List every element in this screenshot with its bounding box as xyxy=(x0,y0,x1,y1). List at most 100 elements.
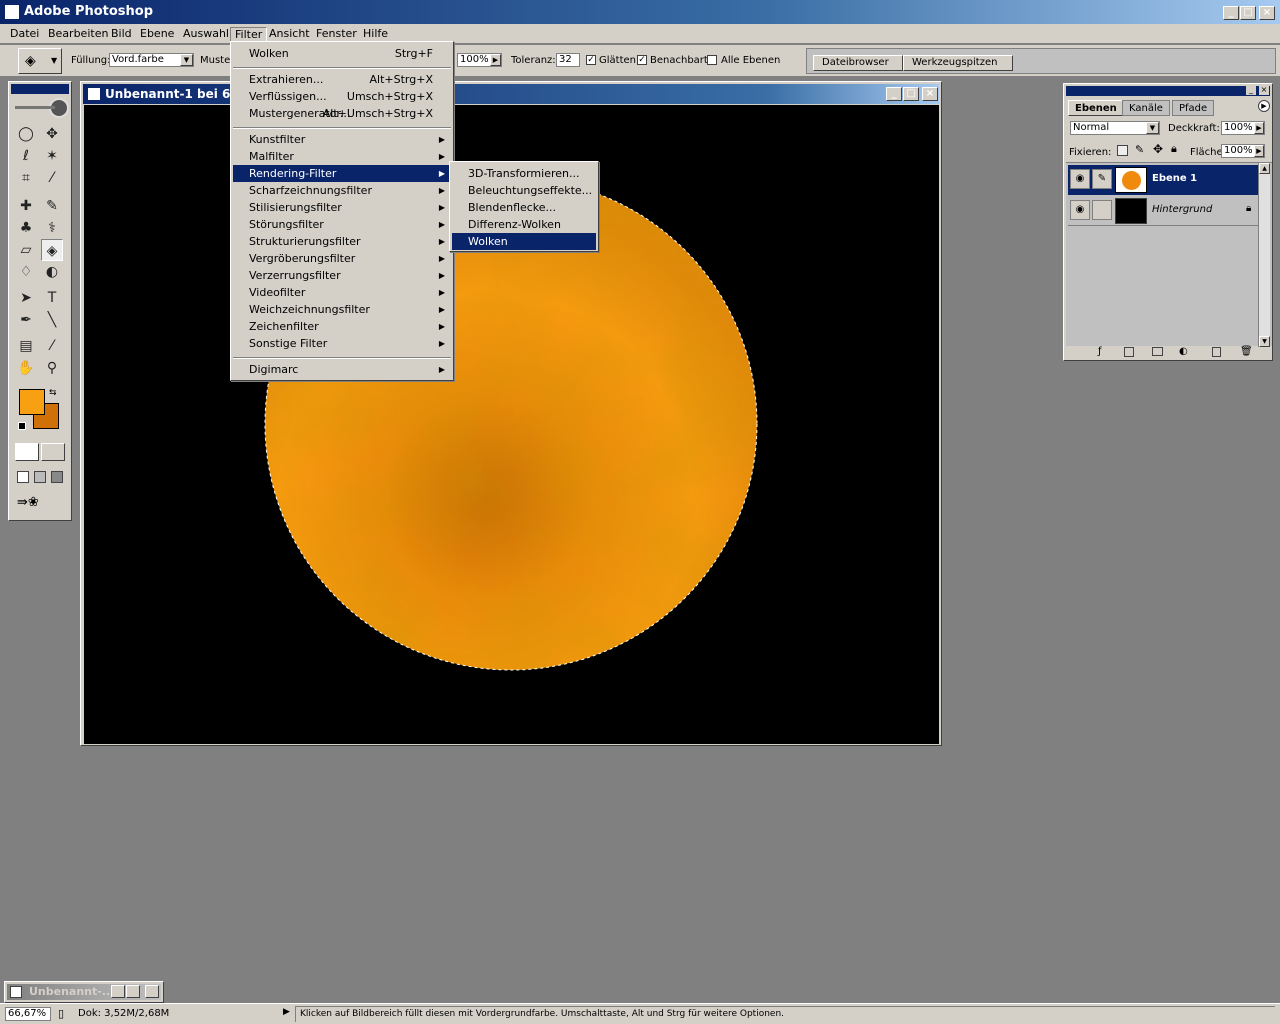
history-brush-tool-icon[interactable]: ⚕ xyxy=(41,217,63,239)
zoom-field[interactable]: 66,67% xyxy=(5,1007,51,1021)
doc-close-button[interactable]: × xyxy=(922,87,938,101)
menu-item-verfluessigen[interactable]: Verflüssigen... Umsch+Strg+X xyxy=(233,88,451,105)
paint-bucket-tool-icon[interactable]: ◈ xyxy=(41,239,63,261)
slice-tool-icon[interactable]: ⁄ xyxy=(41,167,63,189)
all-layers-checkbox[interactable] xyxy=(707,55,717,65)
menu-bild[interactable]: Bild xyxy=(107,27,136,43)
eye-icon[interactable]: ◉ xyxy=(1070,169,1090,189)
full-screen-menu-mode-icon[interactable] xyxy=(34,471,46,483)
hand-tool-icon[interactable]: ✋ xyxy=(15,357,37,379)
blend-mode-select[interactable]: Normal ▼ xyxy=(1070,121,1160,135)
eye-icon[interactable]: ◉ xyxy=(1070,200,1090,220)
fill-select[interactable]: Vord.farbe ▼ xyxy=(109,53,194,67)
adobe-online-icon[interactable] xyxy=(13,98,69,118)
default-colors-icon[interactable] xyxy=(18,422,26,430)
swap-colors-icon[interactable]: ⇆ xyxy=(49,388,57,398)
add-mask-icon[interactable] xyxy=(1124,347,1134,357)
menu-item-strukturierungsfilter[interactable]: Strukturierungsfilter ▶ xyxy=(233,233,451,250)
menu-item-rendering-filter[interactable]: Rendering-Filter ▶ xyxy=(233,165,451,182)
dodge-tool-icon[interactable]: ◐ xyxy=(41,261,63,283)
layer-link-slot[interactable] xyxy=(1092,200,1112,220)
new-layer-icon[interactable] xyxy=(1212,347,1221,357)
arrow-right-icon[interactable]: ▶ xyxy=(1254,122,1264,134)
menu-item-zeichenfilter[interactable]: Zeichenfilter ▶ xyxy=(233,318,451,335)
adjustment-layer-icon[interactable]: ◐ xyxy=(1179,346,1188,357)
opacity-field[interactable]: 100% ▶ xyxy=(457,53,502,67)
blur-tool-icon[interactable]: ♢ xyxy=(15,261,37,283)
submenu-item-blendenflecke[interactable]: Blendenflecke... xyxy=(452,199,596,216)
palette-menu-arrow-icon[interactable]: ▶ xyxy=(1258,100,1270,112)
dropdown-arrow-icon[interactable]: ▼ xyxy=(1146,122,1159,134)
palette-close-icon[interactable]: × xyxy=(1259,86,1269,95)
eyedropper-tool-icon[interactable]: ⁄ xyxy=(41,335,63,357)
layer-style-icon[interactable]: ƒ xyxy=(1098,346,1102,357)
menu-item-scharfzeichnungsfilter[interactable]: Scharfzeichnungsfilter ▶ xyxy=(233,182,451,199)
doc-minimize-button[interactable]: _ xyxy=(886,87,902,101)
jump-to-imageready-icon[interactable]: ⇛❀ xyxy=(17,495,63,513)
menu-item-stilisierungsfilter[interactable]: Stilisierungsfilter ▶ xyxy=(233,199,451,216)
doc-maximize-button[interactable]: □ xyxy=(903,87,919,101)
submenu-item-3d-transformieren[interactable]: 3D-Transformieren... xyxy=(452,165,596,182)
doc-maximize-button[interactable]: □ xyxy=(126,985,140,998)
menu-item-mustergenerator[interactable]: Mustergenerator... Alt+Umsch+Strg+X xyxy=(233,105,451,122)
doc-close-button[interactable]: × xyxy=(145,985,159,998)
dropdown-arrow-icon[interactable]: ▼ xyxy=(180,54,193,66)
crop-tool-icon[interactable]: ⌗ xyxy=(15,167,37,189)
close-button[interactable]: × xyxy=(1259,6,1275,20)
tool-preset-picker[interactable]: ◈ ▼ xyxy=(18,48,62,74)
foreground-color-swatch[interactable] xyxy=(19,389,45,415)
fill-opacity-field[interactable]: 100% ▶ xyxy=(1221,144,1265,158)
restore-button[interactable]: ⧉ xyxy=(111,985,125,998)
document-info-icon[interactable]: ▯ xyxy=(58,1007,64,1020)
lock-all-icon[interactable]: 🔒︎ xyxy=(1171,142,1177,156)
path-selection-tool-icon[interactable]: ➤ xyxy=(15,287,37,309)
menu-datei[interactable]: Datei xyxy=(6,27,43,43)
minimize-button[interactable]: _ xyxy=(1223,6,1239,20)
contiguous-checkbox[interactable]: ✓ xyxy=(637,55,647,65)
submenu-item-beleuchtungseffekte[interactable]: Beleuchtungseffekte... xyxy=(452,182,596,199)
layer-opacity-field[interactable]: 100% ▶ xyxy=(1221,121,1265,135)
menu-item-sonstige-filter[interactable]: Sonstige Filter ▶ xyxy=(233,335,451,352)
menu-item-verzerrungsfilter[interactable]: Verzerrungsfilter ▶ xyxy=(233,267,451,284)
minimized-document-window[interactable]: Unbenannt-... ⧉ □ × xyxy=(4,981,164,1003)
menu-item-wolken-last[interactable]: Wolken Strg+F xyxy=(233,45,451,62)
lock-transparency-icon[interactable] xyxy=(1117,145,1128,156)
type-tool-icon[interactable]: T xyxy=(41,287,63,309)
menu-item-kunstfilter[interactable]: Kunstfilter ▶ xyxy=(233,131,451,148)
layer-row-ebene-1[interactable]: ◉ ✎ Ebene 1 xyxy=(1068,165,1258,195)
submenu-item-wolken[interactable]: Wolken xyxy=(452,233,596,250)
menu-bearbeiten[interactable]: Bearbeiten xyxy=(44,27,112,43)
move-tool-icon[interactable]: ✥ xyxy=(41,123,63,145)
submenu-item-differenz-wolken[interactable]: Differenz-Wolken xyxy=(452,216,596,233)
menu-item-weichzeichnungsfilter[interactable]: Weichzeichnungsfilter ▶ xyxy=(233,301,451,318)
quick-mask-mode-icon[interactable] xyxy=(41,443,65,461)
healing-brush-tool-icon[interactable]: ✚ xyxy=(15,195,37,217)
standard-mode-icon[interactable] xyxy=(15,443,39,461)
line-tool-icon[interactable]: ╲ xyxy=(41,309,63,331)
marquee-tool-icon[interactable]: ◯ xyxy=(15,123,37,145)
zoom-tool-icon[interactable]: ⚲ xyxy=(41,357,63,379)
lock-position-icon[interactable]: ✥ xyxy=(1153,142,1163,156)
menu-item-digimarc[interactable]: Digimarc ▶ xyxy=(233,361,451,378)
menu-item-videofilter[interactable]: Videofilter ▶ xyxy=(233,284,451,301)
new-folder-icon[interactable] xyxy=(1152,347,1163,356)
layer-row-hintergrund[interactable]: ◉ Hintergrund 🔒︎ xyxy=(1068,196,1258,226)
palette-minimize-icon[interactable]: _ xyxy=(1246,86,1256,95)
smooth-checkbox[interactable]: ✓ xyxy=(586,55,596,65)
standard-screen-mode-icon[interactable] xyxy=(17,471,29,483)
minimized-title-bar[interactable]: Unbenannt-... ⧉ □ × xyxy=(7,984,161,1000)
menu-item-stoerungsfilter[interactable]: Störungsfilter ▶ xyxy=(233,216,451,233)
menu-item-vergroeberungsfilter[interactable]: Vergröberungsfilter ▶ xyxy=(233,250,451,267)
arrow-right-icon[interactable]: ▶ xyxy=(1254,145,1264,157)
magic-wand-tool-icon[interactable]: ✶ xyxy=(41,145,63,167)
tolerance-input[interactable]: 32 xyxy=(556,53,580,67)
arrow-right-icon[interactable]: ▶ xyxy=(490,54,501,66)
menu-item-extrahieren[interactable]: Extrahieren... Alt+Strg+X xyxy=(233,71,451,88)
scroll-up-icon[interactable]: ▲ xyxy=(1259,163,1270,174)
tab-ebenen[interactable]: Ebenen xyxy=(1068,100,1124,116)
tab-pfade[interactable]: Pfade xyxy=(1172,100,1215,116)
trash-icon[interactable]: 🗑︎ xyxy=(1240,346,1253,357)
brush-tool-icon[interactable]: ✎ xyxy=(41,195,63,217)
layer-list-scrollbar[interactable]: ▲ ▼ xyxy=(1258,163,1270,347)
status-menu-arrow-icon[interactable]: ▶ xyxy=(283,1007,290,1017)
